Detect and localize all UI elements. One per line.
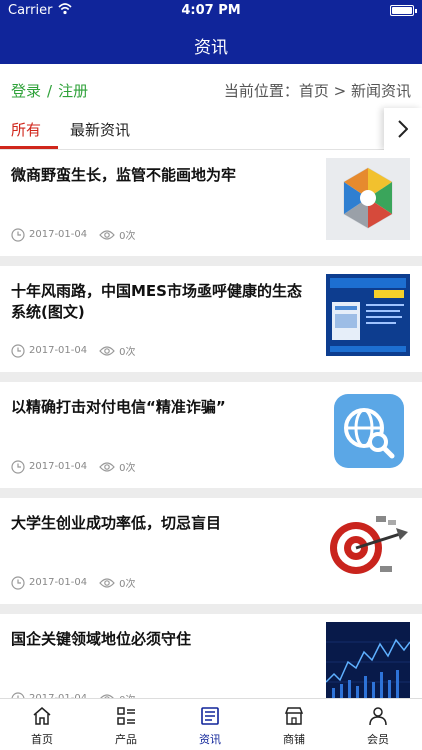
tabbar-products-label: 产品	[115, 733, 137, 746]
article-title: 十年风雨路，中国MES市场亟呼健康的生态系统(图文)	[11, 282, 302, 321]
eye-icon	[99, 345, 115, 356]
article-date: 2017-01-04	[29, 461, 88, 472]
article-title: 以精确打击对付电信“精准诈骗”	[11, 398, 226, 416]
article-views: 0次	[119, 579, 136, 590]
clock-icon	[11, 459, 25, 474]
news-icon	[201, 707, 219, 725]
login-bar: 登录 / 注册 当前位置：首页 > 新闻资讯	[0, 64, 422, 114]
chevron-right-icon	[398, 120, 408, 138]
tabbar-shop-label: 商铺	[283, 733, 305, 746]
register-link[interactable]: 注册	[58, 82, 88, 100]
article-views: 0次	[119, 691, 135, 698]
tabbar-news-label: 资讯	[199, 733, 221, 746]
tabbar-home-label: 首页	[31, 733, 53, 746]
clock-icon	[11, 227, 25, 242]
tabbar-products[interactable]: 产品	[84, 699, 168, 750]
status-time: 4:07 PM	[181, 3, 241, 18]
tab-all[interactable]: 所有	[11, 119, 41, 140]
hexagon-infographic-thumbnail	[326, 158, 410, 240]
article-title: 大学生创业成功率低，切忌盲目	[11, 514, 222, 532]
article-item[interactable]: 以精确打击对付电信“精准诈骗” 2017-01-04 0次	[0, 382, 422, 488]
product-list-icon	[117, 707, 135, 725]
home-icon	[33, 707, 51, 725]
tab-latest-news[interactable]: 最新资讯	[70, 119, 130, 140]
article-views: 0次	[119, 463, 136, 474]
globe-search-thumbnail	[326, 390, 410, 472]
article-meta: 2017-01-04 0次	[11, 459, 136, 474]
tabbar-home[interactable]: 首页	[0, 699, 84, 750]
article-meta: 2017-01-04 0次	[11, 691, 136, 698]
article-date: 2017-01-04	[29, 229, 88, 240]
status-bar: Carrier 4:07 PM	[0, 0, 422, 22]
article-date: 2017-01-04	[29, 345, 88, 356]
eye-icon	[99, 577, 115, 588]
breadcrumb: 当前位置：首页 > 新闻资讯	[223, 82, 411, 100]
article-views: 0次	[119, 231, 136, 242]
article-meta: 2017-01-04 0次	[11, 575, 136, 590]
clock-icon	[11, 343, 25, 358]
auth-links: 登录 / 注册	[11, 80, 88, 101]
target-dart-thumbnail	[326, 506, 410, 588]
category-tabs: 所有 最新资讯	[0, 108, 422, 150]
top-bar: Carrier 4:07 PM 资讯	[0, 0, 422, 64]
active-tab-indicator	[0, 146, 58, 149]
article-item[interactable]: 国企关键领域地位必须守住 2017-01-04 0次	[0, 614, 422, 698]
article-date: 2017-01-04	[29, 577, 88, 588]
article-title: 微商野蛮生长，监管不能画地为牢	[11, 166, 237, 184]
tabbar-member[interactable]: 会员	[336, 699, 420, 750]
tabbar-member-label: 会员	[367, 733, 389, 746]
auth-separator: /	[47, 82, 53, 100]
article-title: 国企关键领域地位必须守住	[11, 630, 192, 648]
tabbar-shop[interactable]: 商铺	[252, 699, 336, 750]
article-item[interactable]: 十年风雨路，中国MES市场亟呼健康的生态系统(图文) 2017-01-04 0次	[0, 266, 422, 372]
article-item[interactable]: 微商野蛮生长，监管不能画地为牢 2017-01-04 0次	[0, 150, 422, 256]
tabs-more-button[interactable]	[384, 108, 422, 150]
eye-icon	[99, 461, 115, 472]
article-meta: 2017-01-04 0次	[11, 227, 136, 242]
mes-brochure-thumbnail	[326, 274, 410, 356]
shop-icon	[284, 707, 304, 725]
article-meta: 2017-01-04 0次	[11, 343, 136, 358]
tabbar-news[interactable]: 资讯	[168, 699, 252, 750]
login-link[interactable]: 登录	[11, 82, 41, 100]
article-item[interactable]: 大学生创业成功率低，切忌盲目 2017-01-04 0次	[0, 498, 422, 604]
bottom-tab-bar: 首页 产品 资讯 商铺 会员	[0, 698, 422, 750]
page-title: 资讯	[194, 38, 228, 58]
member-icon	[369, 707, 387, 726]
article-list: 微商野蛮生长，监管不能画地为牢 2017-01-04 0次 十年风雨路，中国ME…	[0, 150, 422, 698]
clock-icon	[11, 575, 25, 590]
eye-icon	[99, 229, 115, 240]
battery-icon	[390, 5, 417, 16]
blue-data-chart-thumbnail	[326, 622, 410, 698]
article-views: 0次	[119, 347, 136, 358]
